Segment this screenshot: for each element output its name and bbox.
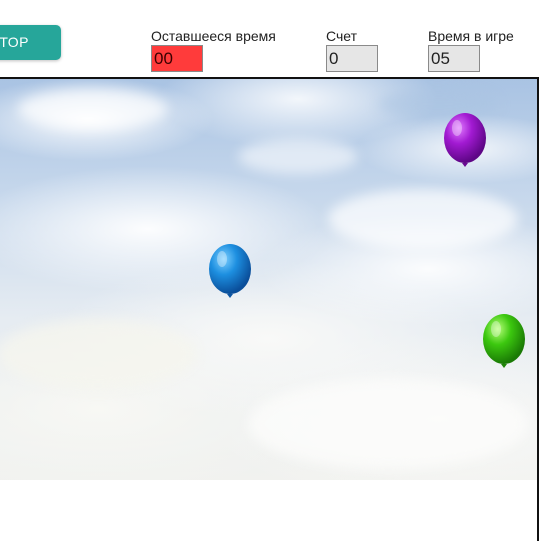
balloon-knot (227, 294, 233, 298)
balloon-highlight (217, 251, 227, 267)
cloud (238, 139, 358, 174)
cloud (248, 379, 528, 469)
balloon-body (209, 244, 251, 294)
balloon-blue[interactable] (208, 244, 254, 302)
cloud (328, 189, 518, 249)
balloon-highlight (491, 321, 501, 337)
game-area-empty (0, 480, 537, 541)
balloon-purple[interactable] (443, 113, 489, 171)
balloon-green[interactable] (482, 314, 528, 372)
balloon-highlight (452, 120, 462, 136)
cloud (18, 89, 168, 129)
balloon-knot (501, 364, 507, 368)
sky-background (0, 79, 537, 480)
score-label: Счет (326, 28, 357, 44)
balloon-body (483, 314, 525, 364)
balloon-body (444, 113, 486, 163)
balloon-knot (462, 163, 468, 167)
game-area[interactable] (0, 77, 539, 541)
remaining-time-field: 00 (151, 45, 203, 72)
cloud (0, 319, 198, 389)
remaining-time-label: Оставшееся время (151, 28, 276, 44)
score-field: 0 (326, 45, 378, 72)
stop-button[interactable]: ТОР (0, 25, 61, 60)
game-time-field: 05 (428, 45, 480, 72)
game-time-label: Время в игре (428, 28, 514, 44)
